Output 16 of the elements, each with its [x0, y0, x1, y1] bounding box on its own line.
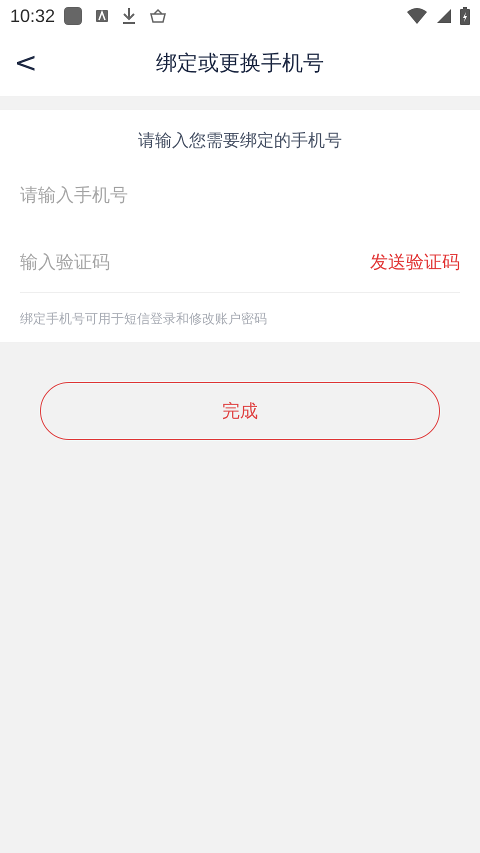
app-icon	[95, 9, 110, 23]
status-time: 10:32	[10, 4, 56, 28]
basket-icon	[149, 8, 168, 24]
app-icon	[63, 6, 84, 26]
download-icon	[121, 7, 138, 25]
instruction-text: 请输入您需要绑定的手机号	[137, 130, 343, 152]
battery-icon	[460, 7, 470, 25]
done-button[interactable]: 完成	[40, 382, 440, 440]
hint-text: 绑定手机号可用于短信登录和修改账户密码	[20, 310, 268, 328]
wifi-icon	[406, 7, 428, 25]
code-input[interactable]: 输入验证码	[20, 248, 370, 276]
back-button[interactable]: <	[14, 48, 38, 78]
send-code-button[interactable]: 发送验证码	[370, 248, 460, 276]
page-title: 绑定或更换手机号	[156, 51, 324, 78]
phone-input[interactable]: 请输入手机号	[20, 182, 460, 208]
signal-icon	[436, 8, 452, 24]
